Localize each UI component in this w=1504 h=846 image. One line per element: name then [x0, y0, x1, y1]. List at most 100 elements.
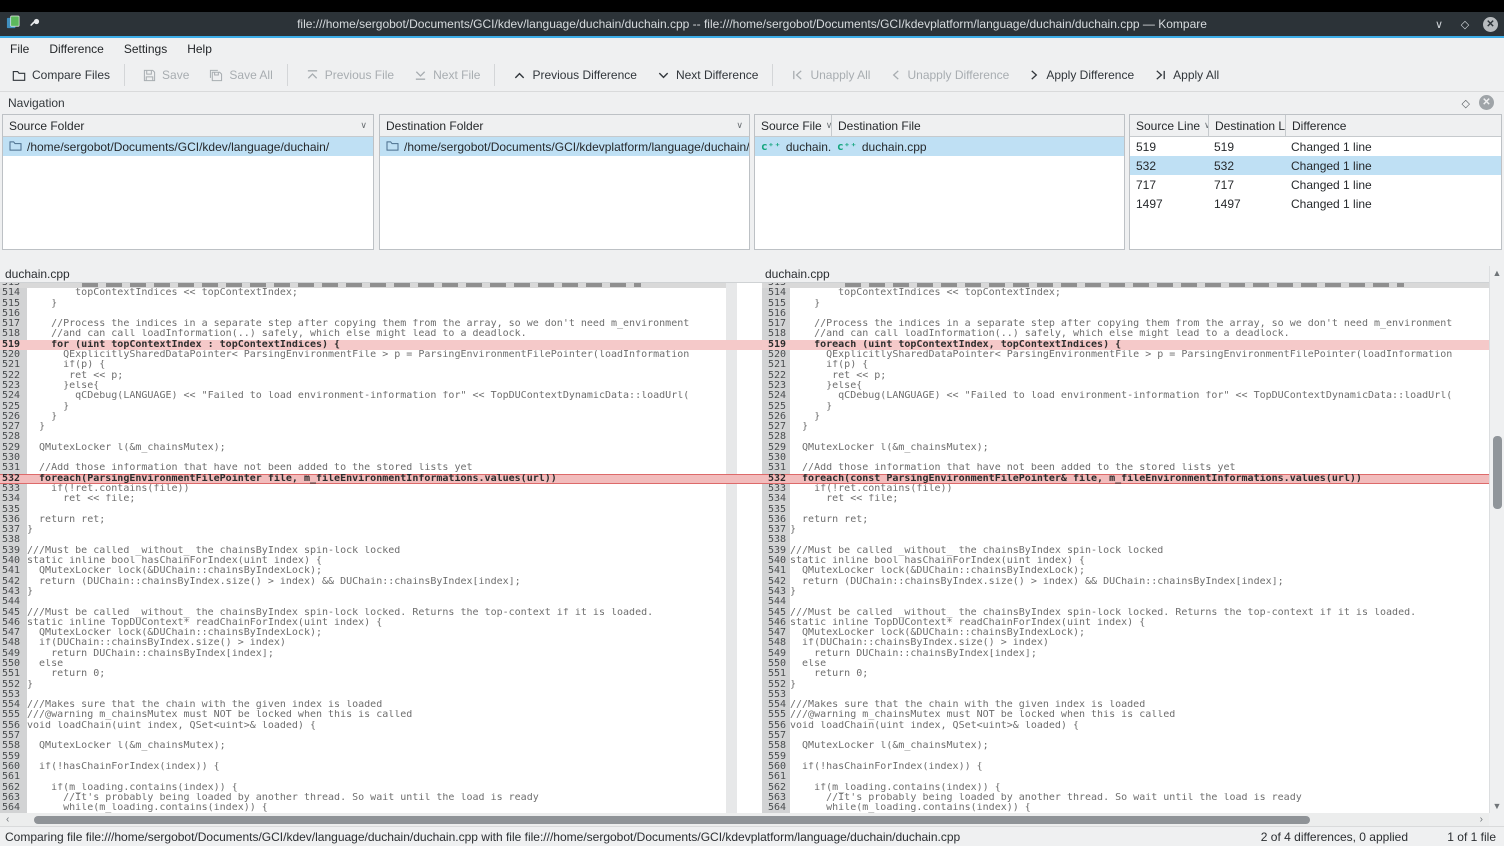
next-difference-button[interactable]: Next Difference	[649, 62, 766, 88]
source-folder-row[interactable]: /home/sergobot/Documents/GCI/kdev/langua…	[3, 137, 373, 156]
minimize-button[interactable]: ∨	[1431, 16, 1447, 32]
difference-cell: 519	[1208, 137, 1285, 156]
code-text	[27, 309, 726, 319]
difference-cell: 1497	[1208, 194, 1285, 213]
right-code-line-546: 546static inline TopDUContext* readChain…	[762, 618, 1489, 628]
vertical-scrollbar-handle[interactable]	[1493, 436, 1502, 509]
left-code-line-526: 526 }	[0, 412, 726, 422]
code-text: //Add those information that have not be…	[790, 463, 1489, 473]
code-text: }else{	[790, 381, 1489, 391]
horizontal-scrollbar-handle[interactable]	[34, 816, 1310, 824]
code-text	[790, 432, 1489, 442]
maximize-button[interactable]: ◇	[1457, 16, 1473, 32]
source-folder-header[interactable]: Source Folder ∨	[3, 115, 373, 136]
dock-close-icon[interactable]: ✕	[1479, 95, 1494, 110]
right-code-line-519: 519 foreach (uint topContextIndex, topCo…	[762, 340, 1489, 350]
apply-all-button[interactable]: Apply All	[1146, 62, 1227, 88]
difference-header[interactable]: Difference	[1285, 115, 1501, 136]
right-code-line-518: 518 //and can call loadInformation(..) s…	[762, 329, 1489, 339]
left-code-line-530: 530	[0, 453, 726, 463]
right-code-line-534: 534 ret << file;	[762, 494, 1489, 504]
previous-difference-button[interactable]: Previous Difference	[505, 62, 645, 88]
right-code-line-545: 545///Must be called _without_ the chain…	[762, 608, 1489, 618]
pin-icon[interactable]	[29, 17, 41, 32]
left-code-line-538: 538	[0, 535, 726, 545]
status-files: 1 of 1 file	[1447, 830, 1496, 844]
left-code-line-543: 543}	[0, 587, 726, 597]
destination-line-header[interactable]: Destination Line	[1208, 115, 1285, 136]
difference-row-532[interactable]: 532532Changed 1 line	[1130, 156, 1501, 175]
diff-view[interactable]: 513514 topContextIndices << topContextIn…	[0, 283, 1489, 813]
destination-folder-pane: Destination Folder ∨ /home/sergobot/Docu…	[379, 114, 750, 250]
code-text: if(!ret.contains(file))	[790, 484, 1489, 494]
code-text	[27, 731, 726, 741]
destination-folder-path: /home/sergobot/Documents/GCI/kdevplatfor…	[404, 140, 749, 154]
difference-cell: 1497	[1130, 194, 1208, 213]
menu-difference[interactable]: Difference	[39, 40, 113, 58]
code-text: }	[27, 412, 726, 422]
line-number: 544	[0, 597, 27, 607]
left-code-line-548: 548 if(DUChain::chainsByIndex.size() > i…	[0, 638, 726, 648]
difference-cell: Changed 1 line	[1285, 137, 1501, 156]
right-code-line-552: 552}	[762, 680, 1489, 690]
right-code-line-560: 560 if(!hasChainForIndex(index)) {	[762, 762, 1489, 772]
code-text: while(m_loading.contains(index)) {	[27, 803, 726, 813]
scroll-right-icon[interactable]: ›	[1480, 813, 1483, 826]
code-text: foreach(const ParsingEnvironmentFilePoin…	[790, 474, 1489, 484]
toolbar-separator	[124, 64, 125, 86]
difference-row-717[interactable]: 717717Changed 1 line	[1130, 175, 1501, 194]
destination-folder-header[interactable]: Destination Folder ∨	[380, 115, 749, 136]
code-text: static inline TopDUContext* readChainFor…	[790, 618, 1489, 628]
code-text: QMutexLocker lock(&DUChain::chainsByInde…	[790, 628, 1489, 638]
code-text: //It's probably being loaded by another …	[790, 793, 1489, 803]
code-text	[790, 690, 1489, 700]
code-text: qCDebug(LANGUAGE) << "Failed to load env…	[790, 391, 1489, 401]
folder-icon	[386, 140, 399, 154]
code-text: if(!ret.contains(file))	[27, 484, 726, 494]
source-code-pane[interactable]: 513514 topContextIndices << topContextIn…	[0, 283, 726, 813]
right-code-line-541: 541 QMutexLocker lock(&DUChain::chainsBy…	[762, 566, 1489, 576]
right-code-line-524: 524 qCDebug(LANGUAGE) << "Failed to load…	[762, 391, 1489, 401]
right-code-line-536: 536 return ret;	[762, 515, 1489, 525]
right-code-line-521: 521 if(p) {	[762, 360, 1489, 370]
code-text: ret << p;	[790, 371, 1489, 381]
code-text	[790, 309, 1489, 319]
code-text: return (DUChain::chainsByIndex.size() > …	[790, 577, 1489, 587]
scroll-left-icon[interactable]: ‹	[6, 813, 9, 826]
window-title: file:///home/sergobot/Documents/GCI/kdev…	[0, 17, 1504, 31]
code-text: static inline TopDUContext* readChainFor…	[27, 618, 726, 628]
destination-file-header[interactable]: Destination File	[831, 115, 1124, 136]
difference-row-1497[interactable]: 14971497Changed 1 line	[1130, 194, 1501, 213]
vertical-scrollbar[interactable]: ▲ ▼	[1489, 266, 1504, 813]
right-code-line-547: 547 QMutexLocker lock(&DUChain::chainsBy…	[762, 628, 1489, 638]
dock-float-icon[interactable]: ◇	[1462, 97, 1470, 110]
code-text	[27, 772, 726, 782]
toolbar-separator	[494, 64, 495, 86]
scroll-down-icon[interactable]: ▼	[1490, 801, 1504, 811]
code-text: for (uint topContextIndex : topContextIn…	[27, 340, 726, 350]
code-text: //Add those information that have not be…	[27, 463, 726, 473]
previous-file-button: Previous File	[298, 62, 402, 88]
difference-row-519[interactable]: 519519Changed 1 line	[1130, 137, 1501, 156]
code-text: QMutexLocker lock(&DUChain::chainsByInde…	[27, 566, 726, 576]
right-code-line-516: 516	[762, 309, 1489, 319]
apply-difference-button[interactable]: Apply Difference	[1021, 62, 1142, 88]
code-text: QMutexLocker l(&m_chainsMutex);	[790, 443, 1489, 453]
code-text: return (DUChain::chainsByIndex.size() > …	[27, 577, 726, 587]
compare-files-button[interactable]: Compare Files	[4, 62, 118, 88]
menu-file[interactable]: File	[0, 40, 39, 58]
diff-view-header: duchain.cpp duchain.cpp	[0, 266, 1489, 283]
unapply-all-button: Unapply All	[783, 62, 878, 88]
horizontal-scrollbar[interactable]: ‹ ›	[0, 813, 1489, 826]
menu-settings[interactable]: Settings	[114, 40, 177, 58]
scroll-up-icon[interactable]: ▲	[1490, 268, 1504, 278]
source-line-header[interactable]: Source Line ∨	[1130, 115, 1208, 136]
file-row[interactable]: c⁺⁺ duchain.c... c⁺⁺ duchain.cpp	[755, 137, 1124, 156]
left-code-line-540: 540static inline bool hasChainForIndex(u…	[0, 556, 726, 566]
close-button[interactable]: ✕	[1483, 17, 1498, 32]
destination-code-pane[interactable]: 513514 topContextIndices << topContextIn…	[762, 283, 1489, 813]
destination-folder-row[interactable]: /home/sergobot/Documents/GCI/kdevplatfor…	[380, 137, 749, 156]
code-text: qCDebug(LANGUAGE) << "Failed to load env…	[27, 391, 726, 401]
menu-help[interactable]: Help	[177, 40, 222, 58]
source-file-header[interactable]: Source File ∨	[755, 115, 831, 136]
